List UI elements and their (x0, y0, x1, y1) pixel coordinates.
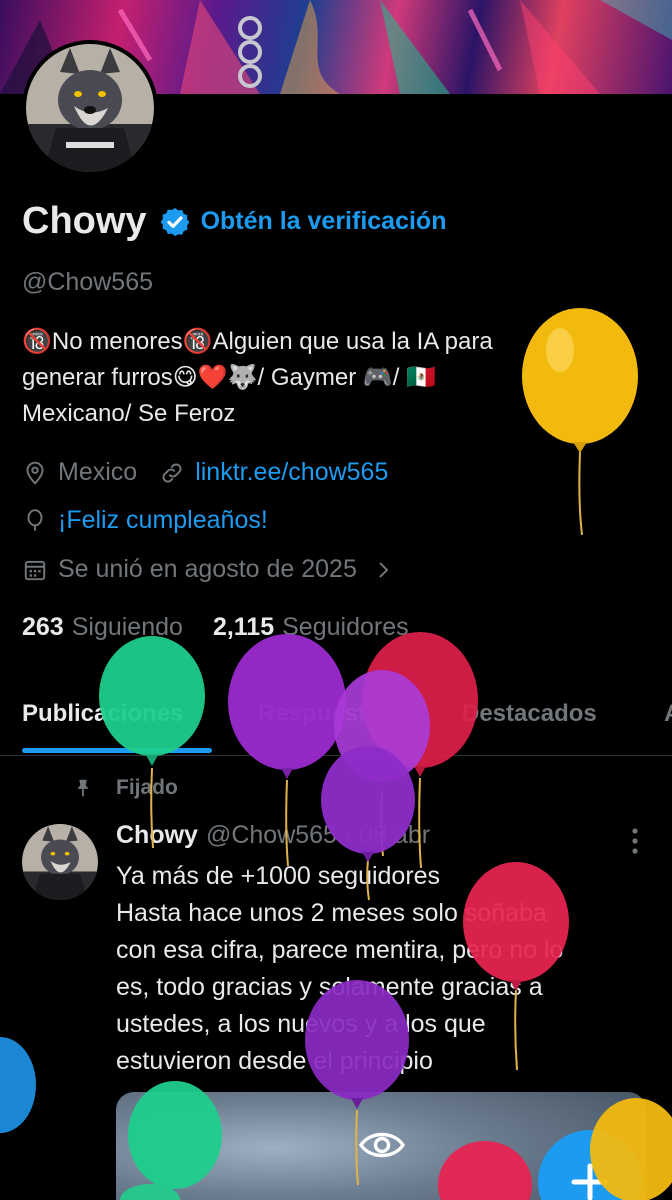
tab-publicaciones[interactable]: Publicaciones (22, 700, 183, 728)
following-count[interactable]: 263 (22, 613, 64, 642)
plus-icon (571, 1163, 609, 1200)
pin-icon (77, 779, 89, 797)
profile-website-link[interactable]: linktr.ee/chow565 (195, 458, 388, 487)
link-icon (162, 463, 182, 482)
pinned-label: Fijado (72, 776, 178, 800)
location-icon (26, 461, 44, 485)
post-header: Chowy @Chow565 · 08 abr (116, 821, 430, 850)
joined-row[interactable]: Se unió en agosto de 2025 (22, 555, 405, 584)
verified-badge-icon[interactable] (159, 206, 191, 238)
followers-count[interactable]: 2,115 (213, 613, 274, 642)
joined-date: Se unió en agosto de 2025 (58, 555, 357, 583)
post-text-line: Ya más de +1000 seguidores (116, 862, 441, 890)
more-vertical-icon[interactable] (626, 826, 644, 856)
profile-handle: @Chow565 (22, 268, 154, 296)
profile-name: Chowy (22, 200, 147, 242)
bio-line: Mexicano/ Se Feroz (22, 400, 236, 427)
active-tab-indicator (22, 748, 212, 753)
post-text: Ya más de +1000 seguidores Hasta hace un… (116, 858, 656, 1080)
calendar-icon (24, 560, 46, 580)
birthday-row: ¡Feliz cumpleaños! (22, 506, 268, 535)
bio-line: 🔞No menores🔞Alguien que usa la IA para (22, 328, 493, 355)
tab-respuestas[interactable]: Respuestas (258, 700, 393, 728)
post-text-line: estuvieron desde el principio (116, 1047, 433, 1075)
post-text-line: ustedes, a los nuevos y a los que (116, 1010, 486, 1038)
profile-name-row: Chowy Obtén la verificación (22, 200, 446, 243)
post-text-line: es, todo gracias y solamente gracias a (116, 973, 543, 1001)
location-link-row: Mexico linktr.ee/chow565 (22, 458, 388, 487)
get-verified-link[interactable]: Obtén la verificación (201, 207, 447, 236)
post-author-name[interactable]: Chowy (116, 821, 198, 850)
following-label[interactable]: Siguiendo (72, 613, 183, 642)
profile-tabs: Publicaciones Respuestas Destacados A (0, 676, 672, 756)
balloon (0, 1037, 36, 1133)
tab-destacados[interactable]: Destacados (462, 700, 597, 728)
pinned-text: Fijado (116, 776, 178, 799)
follow-stats: 263 Siguiendo 2,115 Seguidores (22, 613, 439, 642)
bio-line: generar furros😋❤️🐺/ Gaymer 🎮/ 🇲🇽 (22, 364, 436, 391)
post-handle-time: @Chow565 · 08 abr (205, 821, 431, 849)
followers-label[interactable]: Seguidores (282, 613, 408, 642)
post-avatar[interactable] (22, 824, 98, 900)
birthday-link[interactable]: ¡Feliz cumpleaños! (58, 506, 268, 535)
profile-avatar[interactable] (22, 40, 158, 176)
chevron-right-icon (379, 561, 389, 578)
post-text-line: con esa cifra, parece mentira, pero no l… (116, 936, 564, 964)
profile-location: Mexico (58, 458, 138, 486)
post-text-line: Hasta hace unos 2 meses solo soñaba (116, 899, 547, 927)
eye-icon[interactable] (358, 1127, 406, 1163)
profile-bio: 🔞No menores🔞Alguien que usa la IA para g… (22, 324, 622, 432)
birthday-balloon-icon (27, 508, 43, 531)
tab-more[interactable]: A (664, 700, 672, 728)
